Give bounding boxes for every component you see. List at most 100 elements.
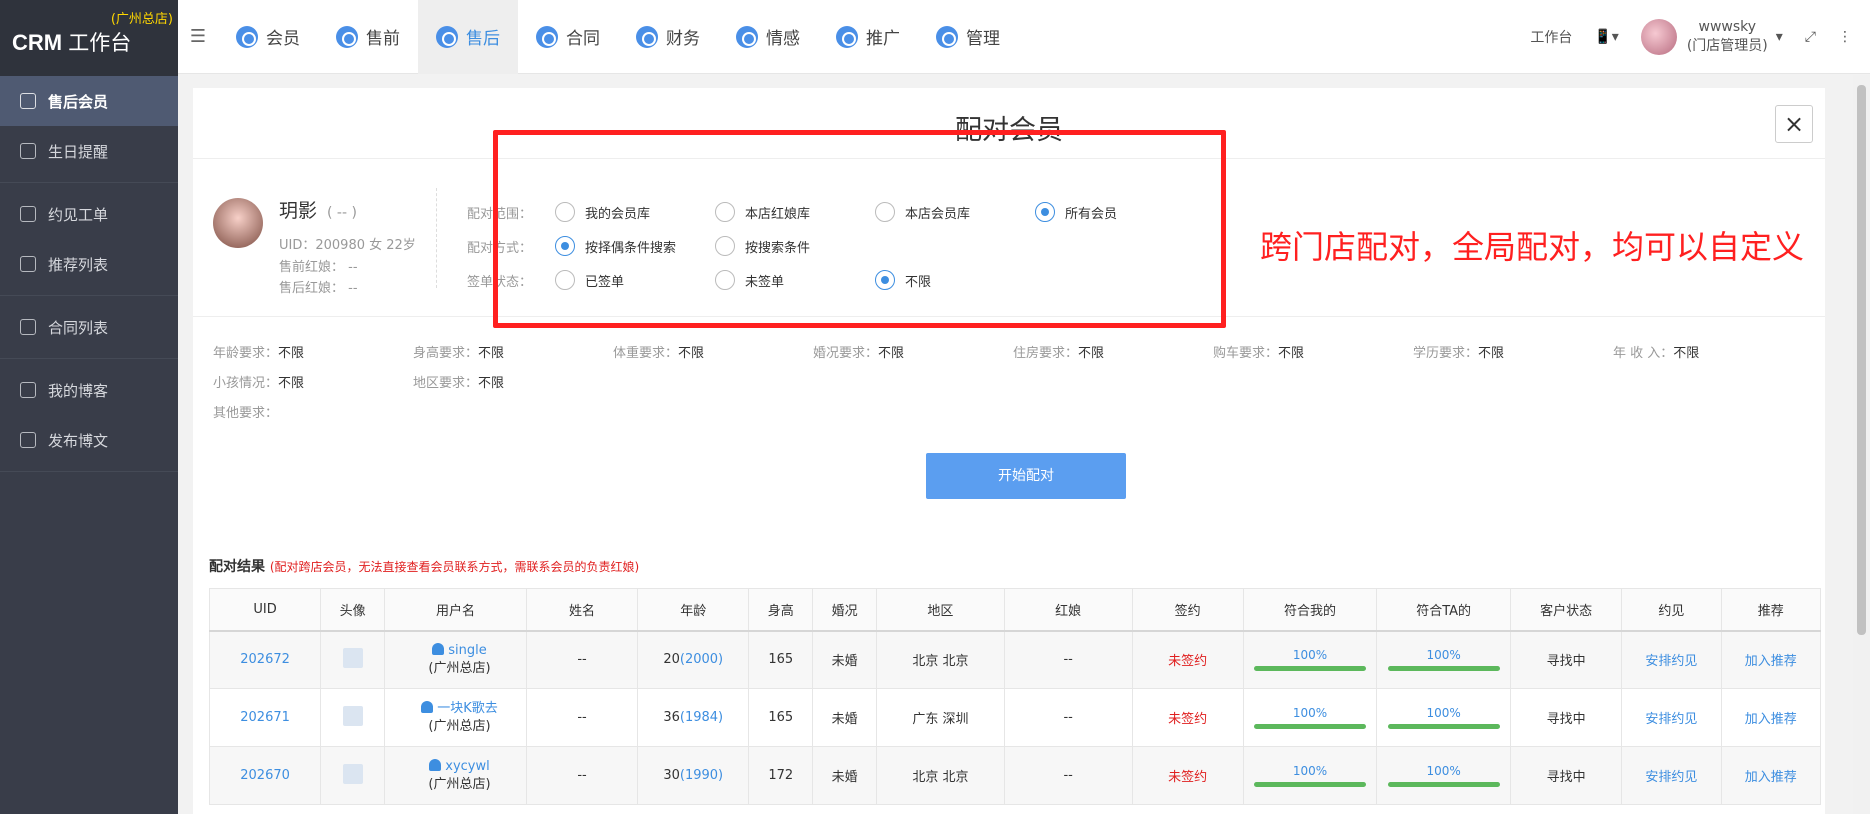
match-progress-bar	[1387, 724, 1500, 729]
add-recommend-link[interactable]: 加入推荐	[1745, 654, 1797, 669]
cell-age: 30(1990)	[637, 746, 750, 805]
workbench-link[interactable]: 工作台	[1530, 27, 1572, 47]
sidebar-item-label: 发布博文	[48, 431, 109, 450]
requirement-value: 不限	[1078, 345, 1105, 361]
cell-match-ta: 100%	[1376, 746, 1511, 805]
add-recommend-link[interactable]: 加入推荐	[1745, 712, 1797, 727]
cell-name: --	[525, 746, 639, 805]
sidebar-item[interactable]: 推荐列表	[0, 239, 178, 289]
add-recommend-link[interactable]: 加入推荐	[1745, 770, 1797, 785]
nav-tab[interactable]: 情感	[718, 0, 818, 74]
menu-group: 我的博客 发布博文	[0, 359, 178, 472]
cell-match-ta: 100%	[1376, 630, 1511, 689]
nav-icon	[336, 25, 358, 48]
cell-marital: 未婚	[812, 746, 878, 805]
requirement-item: 年龄要求：不限	[213, 342, 413, 361]
nav-tab-label: 推广	[866, 29, 900, 49]
sidebar-item[interactable]: 合同列表	[0, 302, 178, 352]
sidebar-item[interactable]: 我的博客	[0, 365, 178, 415]
cell-meet[interactable]: 安排约见	[1621, 746, 1722, 805]
username-link[interactable]: 一块K歌去	[437, 701, 498, 716]
cell-avatar	[320, 746, 386, 805]
arrange-meeting-link[interactable]: 安排约见	[1645, 770, 1697, 785]
sidebar-item-label: 我的博客	[48, 381, 109, 400]
arrange-meeting-link[interactable]: 安排约见	[1645, 712, 1697, 727]
user-icon	[432, 642, 445, 655]
cell-username[interactable]: single (广州总店)	[384, 630, 527, 689]
nav-tab-label: 情感	[766, 29, 800, 49]
store-label: (广州总店)	[428, 718, 491, 734]
table-body: 202672 single (广州总店) -- 20(2000) 165 未婚 北京 北京 --…	[208, 630, 1821, 805]
app-logo[interactable]: (广州总店) CRM 工作台	[0, 0, 178, 76]
more-icon[interactable]: ⋮	[1838, 29, 1852, 45]
nav-tab[interactable]: 会员	[218, 0, 318, 74]
requirement-value: 不限	[278, 345, 305, 361]
page-scrollbar[interactable]	[1853, 75, 1870, 814]
nav-tab-label: 财务	[666, 29, 700, 49]
mobile-icon[interactable]: 📱▾	[1594, 29, 1618, 45]
start-match-button[interactable]: 开始配对	[926, 453, 1126, 499]
uid-link[interactable]: 202670	[240, 768, 290, 783]
requirement-key: 身高要求：	[413, 345, 479, 361]
nav-tab[interactable]: 售前	[318, 0, 418, 74]
match-progress-bar	[1387, 782, 1500, 787]
nav-tab[interactable]: 合同	[518, 0, 618, 74]
cell-height: 172	[748, 746, 814, 805]
sidebar-item[interactable]: 约见工单	[0, 189, 178, 239]
cell-meet[interactable]: 安排约见	[1621, 688, 1722, 747]
birth-year: (2000)	[679, 652, 724, 668]
cell-match-mine: 100%	[1242, 746, 1378, 805]
cell-uid[interactable]: 202670	[208, 746, 322, 805]
cell-matchmaker: --	[1003, 688, 1133, 747]
member-after-sales: 售后红娘： --	[279, 281, 358, 296]
menu-icon	[20, 256, 36, 272]
nav-tab[interactable]: 售后	[418, 0, 518, 74]
cell-signed: 未签约	[1131, 746, 1244, 805]
sidebar-item[interactable]: 发布博文	[0, 415, 178, 465]
result-title: 配对结果 (配对跨店会员，无法直接查看会员联系方式，需联系会员的负责红娘)	[209, 559, 640, 575]
user-avatar	[1640, 18, 1677, 55]
user-menu[interactable]: wwwsky (门店管理员) ▾	[1640, 18, 1783, 56]
cell-meet[interactable]: 安排约见	[1621, 630, 1722, 689]
requirement-item: 地区要求：不限	[413, 372, 613, 391]
member-pre-sales: 售前红娘： --	[279, 260, 358, 275]
uid-link[interactable]: 202671	[240, 710, 290, 725]
branch-label: (广州总店)	[110, 12, 173, 27]
uid-link[interactable]: 202672	[240, 652, 290, 667]
store-label: (广州总店)	[428, 776, 491, 792]
cell-match-mine: 100%	[1242, 630, 1378, 689]
close-button[interactable]: ×	[1775, 105, 1813, 143]
cell-uid[interactable]: 202672	[208, 630, 322, 689]
sidebar-item[interactable]: 售后会员	[0, 76, 178, 126]
requirement-value: 不限	[1278, 345, 1305, 361]
store-label: (广州总店)	[428, 660, 491, 676]
arrange-meeting-link[interactable]: 安排约见	[1645, 654, 1697, 669]
cell-recommend[interactable]: 加入推荐	[1720, 630, 1821, 689]
nav-tab[interactable]: 财务	[618, 0, 718, 74]
cell-uid[interactable]: 202671	[208, 688, 322, 747]
fullscreen-icon[interactable]: ⤢	[1805, 29, 1816, 45]
username-link[interactable]: xycywl	[445, 759, 489, 774]
cell-recommend[interactable]: 加入推荐	[1720, 746, 1821, 805]
nav-icon	[436, 25, 458, 48]
member-name: 玥影( -- )	[279, 200, 357, 222]
cell-signed: 未签约	[1131, 688, 1244, 747]
requirement-key: 其他要求：	[213, 405, 279, 421]
sidebar-item[interactable]: 生日提醒	[0, 126, 178, 176]
cell-username[interactable]: 一块K歌去 (广州总店)	[384, 688, 527, 747]
user-icon	[429, 758, 442, 771]
table-row: 202672 single (广州总店) -- 20(2000) 165 未婚 北京 北京 --…	[208, 630, 1821, 689]
requirement-value: 不限	[478, 345, 505, 361]
scrollbar-thumb[interactable]	[1857, 85, 1866, 635]
column-header: 推荐	[1720, 588, 1821, 632]
nav-tab[interactable]: 推广	[818, 0, 918, 74]
divider	[436, 188, 437, 288]
requirement-value: 不限	[1478, 345, 1505, 361]
cell-region: 北京 北京	[876, 630, 1005, 689]
username-link[interactable]: single	[448, 643, 487, 658]
cell-height: 165	[748, 688, 814, 747]
nav-tab[interactable]: 管理	[918, 0, 1018, 74]
cell-recommend[interactable]: 加入推荐	[1720, 688, 1821, 747]
cell-username[interactable]: xycywl (广州总店)	[384, 746, 527, 805]
menu-toggle-icon[interactable]: ☰	[178, 26, 218, 47]
